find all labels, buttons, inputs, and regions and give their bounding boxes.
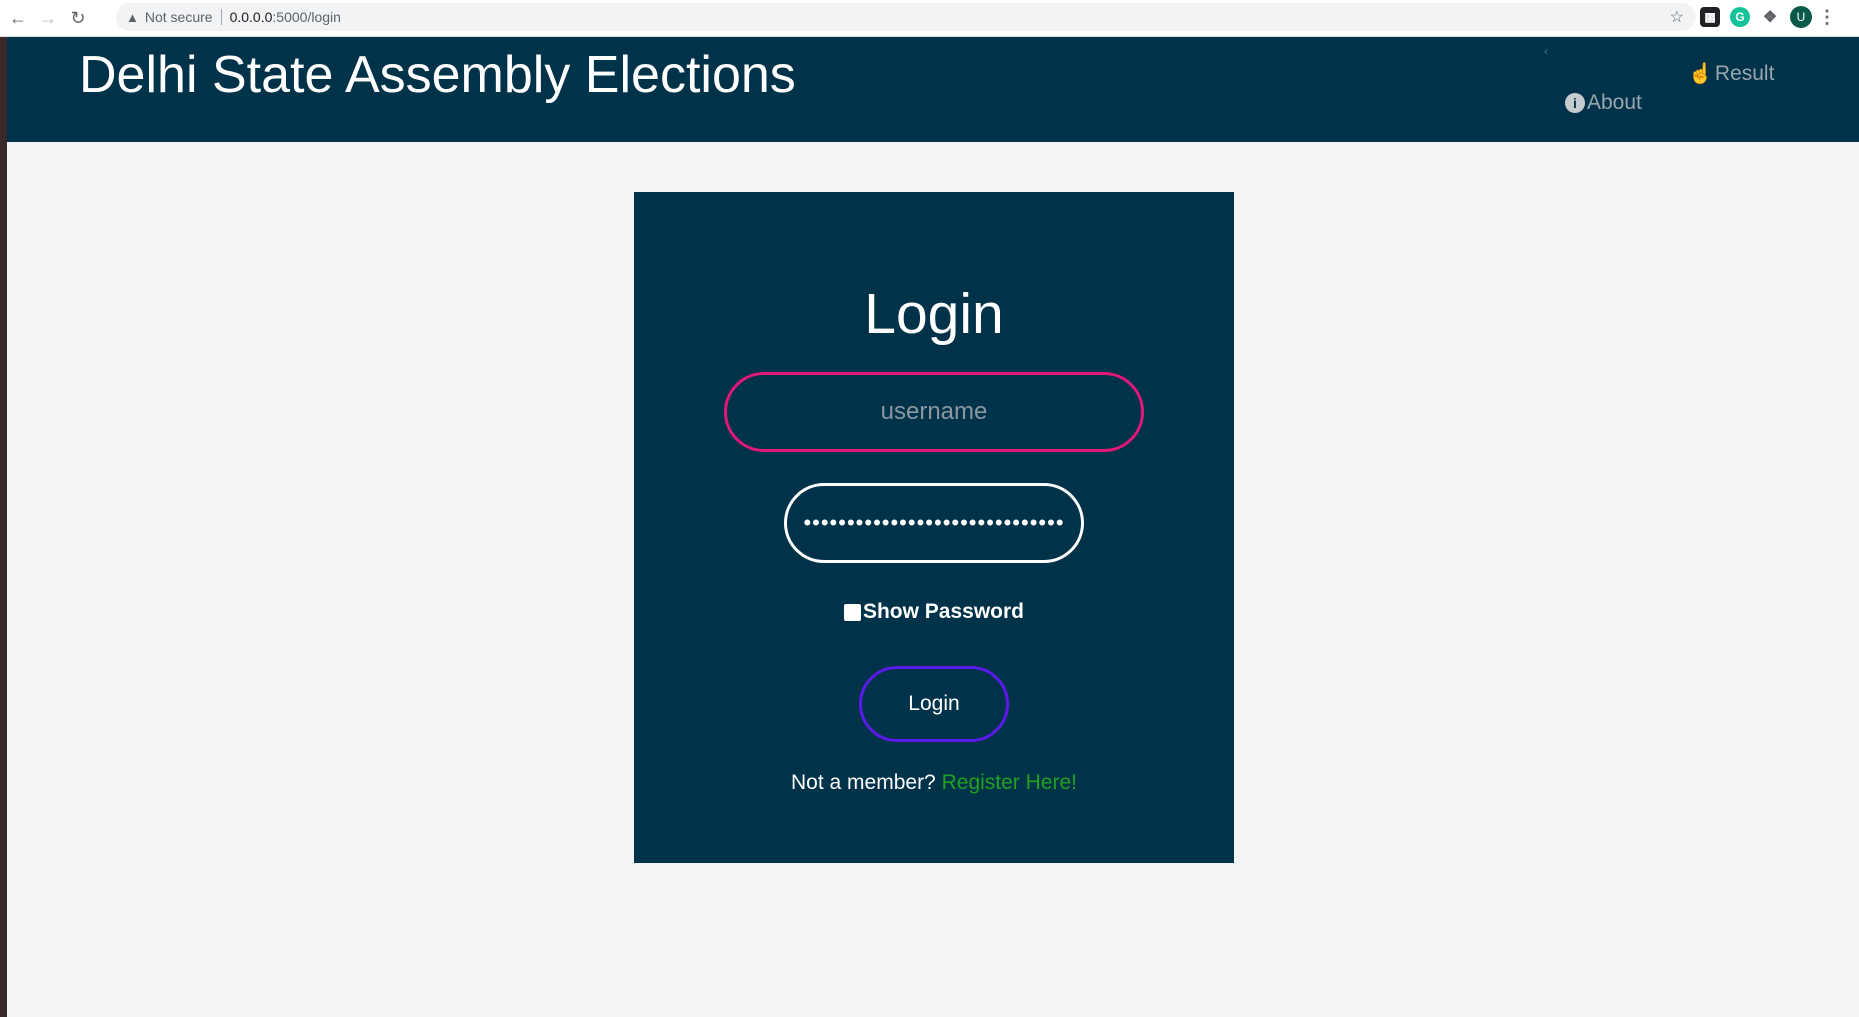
page: Delhi State Assembly Elections ‹ ☝ Resul… <box>7 37 1859 1017</box>
nav-about-label: About <box>1587 91 1642 114</box>
extension-icon[interactable]: ▩ <box>1700 7 1720 27</box>
url-path: :5000/login <box>272 9 341 25</box>
back-icon[interactable]: ← <box>6 6 30 30</box>
show-password-checkbox[interactable] <box>843 603 861 621</box>
address-bar[interactable]: ▲ Not secure 0.0.0.0:5000/login ☆ <box>116 3 1696 31</box>
login-card: Login Show Password Login Not a member? … <box>634 192 1234 863</box>
show-password-row: Show Password <box>634 600 1234 624</box>
forward-icon[interactable]: → <box>36 6 60 30</box>
member-prompt-text: Not a member? <box>791 771 936 794</box>
extensions-puzzle-icon[interactable]: ❖ <box>1760 7 1780 27</box>
browser-toolbar: ← → ↻ ▲ Not secure 0.0.0.0:5000/login ☆ … <box>0 0 1859 37</box>
show-password-label: Show Password <box>862 600 1025 623</box>
bookmark-star-icon[interactable]: ☆ <box>1670 7 1684 27</box>
login-button[interactable]: Login <box>859 666 1009 742</box>
site-header: Delhi State Assembly Elections ‹ ☝ Resul… <box>7 37 1859 142</box>
warning-icon: ▲ <box>126 9 139 25</box>
grammarly-icon[interactable]: G <box>1730 7 1750 27</box>
nav-result-label: Result <box>1714 61 1775 85</box>
profile-avatar[interactable]: U <box>1790 6 1812 28</box>
register-prompt: Not a member? Register Here! <box>634 771 1234 795</box>
window-edge <box>0 37 7 1017</box>
security-label: Not secure <box>144 9 213 25</box>
login-title: Login <box>864 282 1004 346</box>
address-divider <box>220 9 222 25</box>
username-input[interactable] <box>724 372 1144 452</box>
browser-menu-icon[interactable]: ⋮ <box>1818 7 1836 27</box>
url-host: 0.0.0.0 <box>229 9 273 25</box>
password-input[interactable] <box>784 483 1084 563</box>
extensions-area: ▩ G ❖ U ⋮ <box>1700 6 1836 28</box>
hand-pointer-icon: ☝ <box>1688 63 1713 85</box>
small-mark-icon: ‹ <box>1544 44 1548 58</box>
reload-icon[interactable]: ↻ <box>66 6 90 30</box>
register-link[interactable]: Register Here! <box>942 771 1077 794</box>
site-title: Delhi State Assembly Elections <box>79 46 796 104</box>
info-icon: i <box>1565 93 1585 113</box>
nav-about-link[interactable]: i About <box>1565 91 1642 115</box>
nav-result-link[interactable]: ☝ Result <box>1688 61 1774 86</box>
